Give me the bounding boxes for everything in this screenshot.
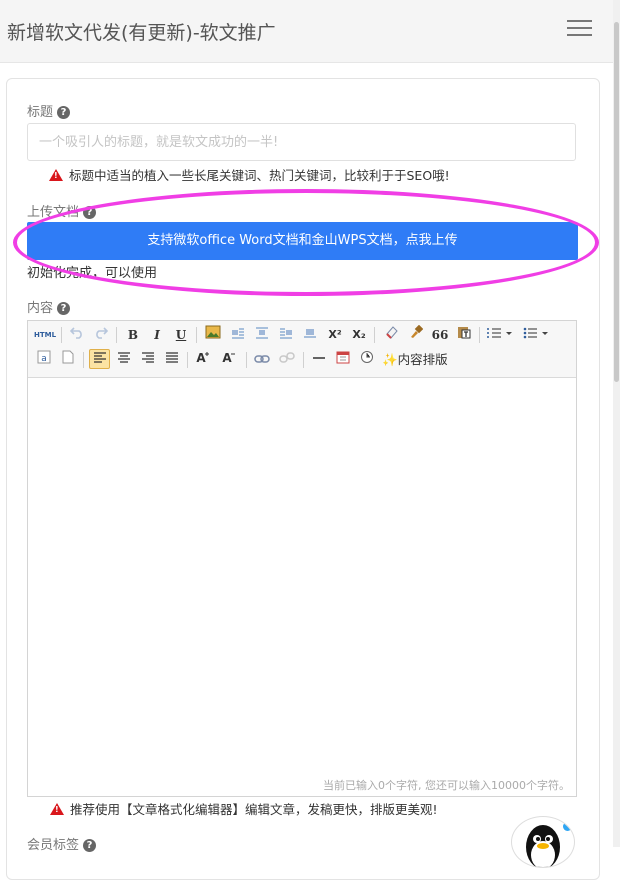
- toolbar-separator: [116, 327, 117, 343]
- image-float-left-icon[interactable]: [229, 325, 247, 345]
- toolbar-separator: [303, 352, 304, 368]
- unordered-list-icon[interactable]: [522, 325, 550, 345]
- upload-document-button[interactable]: 支持微软office Word文档和金山WPS文档，点我上传: [27, 222, 578, 260]
- superscript-button[interactable]: X²: [325, 325, 345, 345]
- redo-icon[interactable]: [91, 325, 111, 345]
- character-counter: 当前已输入0个字符, 您还可以输入10000个字符。: [323, 779, 570, 792]
- toolbar-separator: [374, 327, 375, 343]
- magic-wand-icon: ✨: [382, 352, 398, 367]
- member-tag-label: 会员标签: [27, 838, 80, 853]
- upload-status: 初始化完成，可以使用: [27, 266, 158, 281]
- insert-date-icon[interactable]: [334, 350, 352, 370]
- content-label-row: 内容?: [27, 297, 71, 316]
- unlink-icon[interactable]: [278, 350, 296, 370]
- align-center-icon[interactable]: [115, 350, 133, 370]
- editor-tip: 推荐使用【文章格式化编辑器】编辑文章，发稿更快，排版更美观!: [50, 799, 438, 818]
- editor-tip-text: 推荐使用【文章格式化编辑器】编辑文章，发稿更快，排版更美观!: [70, 802, 438, 817]
- image-center-icon[interactable]: [301, 325, 319, 345]
- warning-icon: [50, 803, 64, 815]
- underline-button[interactable]: U: [172, 325, 190, 345]
- font-size-increase-icon[interactable]: A: [194, 350, 212, 370]
- bold-button[interactable]: B: [124, 325, 142, 345]
- horizontal-rule-icon[interactable]: [310, 350, 328, 370]
- hamburger-menu-icon[interactable]: [567, 20, 592, 38]
- subscript-button[interactable]: X₂: [349, 325, 369, 345]
- toolbar-separator: [187, 352, 188, 368]
- link-icon[interactable]: [253, 350, 271, 370]
- toolbar-separator: [61, 327, 62, 343]
- qq-support-avatar-icon[interactable]: [511, 816, 575, 868]
- member-tag-label-row: 会员标签?: [27, 834, 97, 853]
- align-justify-icon[interactable]: [163, 350, 181, 370]
- help-icon[interactable]: ?: [57, 302, 71, 315]
- autotypeset-icon[interactable]: a: [35, 350, 53, 370]
- title-input[interactable]: [27, 123, 576, 161]
- italic-button[interactable]: I: [148, 325, 166, 345]
- title-label: 标题: [27, 105, 54, 120]
- toolbar-separator: [479, 327, 480, 343]
- content-layout-label: 内容排版: [397, 352, 448, 367]
- new-page-icon[interactable]: [59, 350, 77, 370]
- content-label: 内容: [27, 301, 54, 316]
- align-right-icon[interactable]: [139, 350, 157, 370]
- insert-time-icon[interactable]: [358, 350, 376, 370]
- blockquote-button[interactable]: 66: [431, 325, 449, 345]
- eraser-icon[interactable]: [383, 325, 401, 345]
- paste-text-icon[interactable]: [455, 325, 473, 345]
- title-tip-text: 标题中适当的植入一些长尾关键词、热门关键词，比较利于于SEO哦!: [69, 168, 450, 183]
- ordered-list-icon[interactable]: [486, 325, 514, 345]
- warning-icon: [49, 169, 63, 181]
- editor-toolbar: HTML B I U X² X₂ 66 a A A ✨内容排版: [28, 321, 576, 378]
- online-status-dot: [562, 821, 573, 832]
- rich-text-editor: HTML B I U X² X₂ 66 a A A ✨内容排版 当前已输入0个字…: [27, 320, 577, 797]
- content-layout-button[interactable]: ✨内容排版: [382, 350, 460, 370]
- font-size-decrease-icon[interactable]: A: [220, 350, 238, 370]
- format-painter-icon[interactable]: [407, 324, 425, 345]
- upload-label: 上传文档: [27, 205, 80, 220]
- image-inline-icon[interactable]: [253, 325, 271, 345]
- undo-icon[interactable]: [67, 325, 87, 345]
- help-icon[interactable]: ?: [83, 839, 97, 852]
- page-title: 新增软文代发(有更新)-软文推广: [7, 22, 276, 44]
- svg-text:a: a: [41, 354, 47, 364]
- svg-text:A: A: [222, 351, 232, 364]
- title-label-row: 标题?: [27, 101, 71, 120]
- insert-image-icon[interactable]: [203, 325, 223, 345]
- help-icon[interactable]: ?: [57, 106, 71, 119]
- toolbar-separator: [246, 352, 247, 368]
- title-tip: 标题中适当的植入一些长尾关键词、热门关键词，比较利于于SEO哦!: [49, 165, 450, 184]
- toolbar-separator: [83, 352, 84, 368]
- header-bar: 新增软文代发(有更新)-软文推广: [0, 0, 613, 63]
- align-left-icon[interactable]: [89, 349, 110, 369]
- html-source-button[interactable]: HTML: [33, 325, 57, 345]
- toolbar-separator: [196, 327, 197, 343]
- image-float-right-icon[interactable]: [277, 325, 295, 345]
- page-scrollbar[interactable]: [613, 0, 620, 847]
- svg-text:A: A: [196, 351, 206, 364]
- editor-content-area[interactable]: [28, 378, 576, 775]
- upload-label-row: 上传文档?: [27, 201, 97, 220]
- help-icon[interactable]: ?: [83, 206, 97, 219]
- scrollbar-thumb[interactable]: [614, 22, 619, 382]
